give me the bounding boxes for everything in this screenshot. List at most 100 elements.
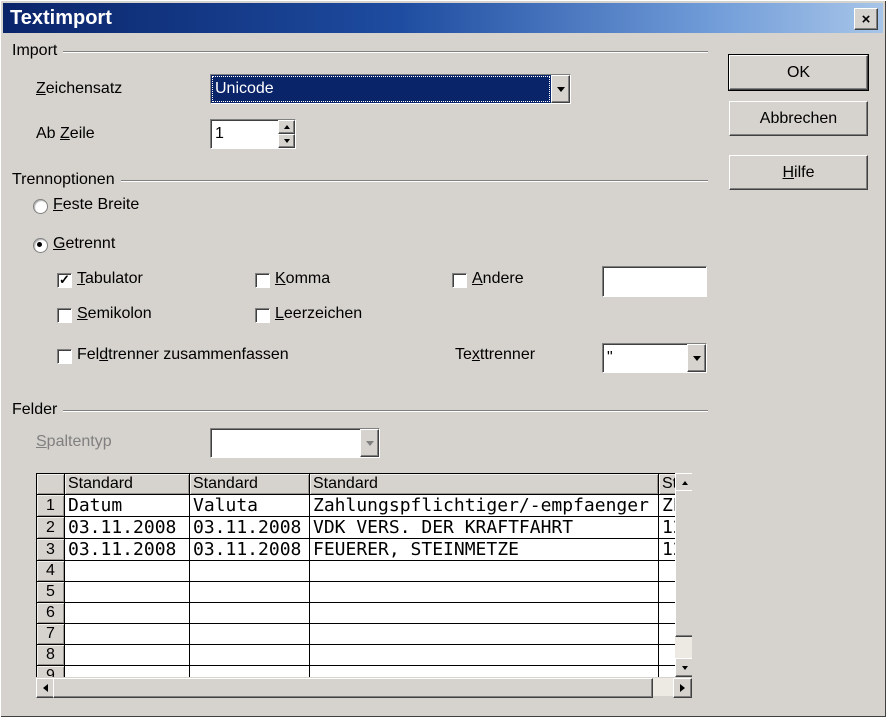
table-cell[interactable] — [310, 666, 659, 678]
table-row: 5 — [37, 582, 693, 603]
fixed-width-radio[interactable] — [33, 199, 48, 214]
from-row-label: Ab Zeile — [36, 125, 95, 143]
table-cell[interactable] — [190, 666, 310, 678]
arrow-up-icon — [284, 125, 290, 129]
row-number[interactable]: 2 — [37, 517, 65, 539]
table-cell[interactable]: Zahlungspflichtiger/-empfaenger — [310, 495, 659, 517]
row-number[interactable]: 6 — [37, 603, 65, 624]
table-row: 6 — [37, 603, 693, 624]
comma-checkbox[interactable] — [255, 273, 270, 288]
column-type-value — [211, 429, 360, 457]
table-cell[interactable]: 03.11.2008 — [65, 539, 190, 561]
table-row: 7 — [37, 624, 693, 645]
column-type-dropdown-button — [360, 429, 379, 457]
row-number[interactable]: 4 — [37, 561, 65, 582]
chevron-down-icon — [557, 87, 565, 92]
table-cell[interactable]: VDK VERS. DER KRAFTFAHRT — [310, 517, 659, 539]
arrow-down-icon — [682, 666, 688, 670]
other-label[interactable]: Andere — [472, 270, 524, 288]
row-number[interactable]: 8 — [37, 645, 65, 666]
text-delimiter-dropdown-button[interactable] — [687, 344, 706, 372]
table-row: 4 — [37, 561, 693, 582]
table-row: 203.11.200803.11.2008VDK VERS. DER KRAFT… — [37, 517, 693, 539]
table-cell[interactable] — [310, 645, 659, 666]
row-number[interactable]: 3 — [37, 539, 65, 561]
scroll-down-button[interactable] — [675, 658, 692, 677]
table-cell[interactable] — [65, 624, 190, 645]
table-cell[interactable]: 03.11.2008 — [190, 539, 310, 561]
scroll-right-button[interactable] — [673, 678, 692, 698]
merge-delimiters-checkbox[interactable] — [57, 349, 72, 364]
row-number[interactable]: 7 — [37, 624, 65, 645]
column-header[interactable]: Standard — [65, 474, 190, 495]
grid-corner-cell[interactable] — [37, 474, 65, 495]
close-button[interactable]: × — [854, 8, 878, 30]
table-cell[interactable]: Datum — [65, 495, 190, 517]
table-cell[interactable] — [190, 561, 310, 582]
charset-combobox[interactable]: Unicode — [210, 74, 571, 104]
preview-table: StandardStandardStandardSt1DatumValutaZa… — [36, 473, 692, 677]
table-cell[interactable]: FEUERER, STEINMETZE — [310, 539, 659, 561]
row-number[interactable]: 5 — [37, 582, 65, 603]
cancel-button[interactable]: Abbrechen — [729, 101, 868, 136]
charset-dropdown-button[interactable] — [551, 75, 570, 103]
table-cell[interactable] — [190, 582, 310, 603]
text-delimiter-combobox[interactable]: " — [602, 343, 707, 373]
space-label[interactable]: Leerzeichen — [275, 305, 362, 323]
column-header[interactable]: Standard — [310, 474, 659, 495]
table-cell[interactable] — [65, 582, 190, 603]
other-checkbox[interactable] — [452, 273, 467, 288]
group-fields-line — [63, 410, 708, 412]
table-cell[interactable] — [310, 582, 659, 603]
charset-selected-value[interactable]: Unicode — [211, 75, 551, 103]
spin-down-button[interactable] — [278, 134, 295, 148]
help-button[interactable]: Hilfe — [729, 155, 868, 190]
ok-button[interactable]: OK — [729, 55, 868, 90]
title-bar[interactable]: Textimport × — [3, 3, 883, 33]
semicolon-checkbox[interactable] — [57, 308, 72, 323]
other-separator-input[interactable] — [602, 266, 707, 297]
text-delimiter-value[interactable]: " — [603, 344, 687, 372]
table-cell[interactable] — [65, 603, 190, 624]
table-cell[interactable] — [65, 645, 190, 666]
table-row: 8 — [37, 645, 693, 666]
fixed-width-label[interactable]: Feste Breite — [53, 196, 139, 214]
vertical-scrollbar[interactable] — [675, 473, 692, 677]
comma-label[interactable]: Komma — [275, 270, 330, 288]
tab-label[interactable]: Tabulator — [77, 270, 143, 288]
vertical-scroll-thumb[interactable] — [675, 490, 692, 637]
table-row: 9 — [37, 666, 693, 678]
table-cell[interactable] — [190, 624, 310, 645]
horizontal-scrollbar[interactable] — [36, 678, 692, 696]
space-checkbox[interactable] — [255, 308, 270, 323]
group-import: Import — [12, 42, 708, 60]
preview-grid[interactable]: StandardStandardStandardSt1DatumValutaZa… — [36, 473, 692, 677]
horizontal-scroll-thumb[interactable] — [53, 678, 653, 698]
table-cell[interactable]: 03.11.2008 — [190, 517, 310, 539]
table-cell[interactable] — [310, 603, 659, 624]
table-cell[interactable] — [310, 624, 659, 645]
table-cell[interactable]: Valuta — [190, 495, 310, 517]
table-cell[interactable] — [65, 561, 190, 582]
row-number[interactable]: 9 — [37, 666, 65, 678]
merge-delimiters-label[interactable]: Feldtrenner zusammenfassen — [77, 346, 289, 364]
row-number[interactable]: 1 — [37, 495, 65, 517]
chevron-down-icon — [366, 441, 374, 446]
column-header[interactable]: Standard — [190, 474, 310, 495]
separated-radio[interactable] — [33, 238, 48, 253]
semicolon-label[interactable]: Semikolon — [77, 305, 152, 323]
table-cell[interactable] — [190, 603, 310, 624]
table-cell[interactable]: 03.11.2008 — [65, 517, 190, 539]
tab-checkbox[interactable] — [57, 273, 72, 288]
charset-label: Zeichensatz — [36, 80, 122, 98]
table-cell[interactable] — [310, 561, 659, 582]
from-row-spinner[interactable]: 1 — [210, 119, 296, 149]
separated-label[interactable]: Getrennt — [53, 235, 115, 253]
arrow-left-icon — [43, 684, 48, 692]
table-cell[interactable] — [65, 666, 190, 678]
spin-up-button[interactable] — [278, 120, 295, 134]
from-row-value[interactable]: 1 — [211, 120, 278, 148]
group-fields-label: Felder — [12, 401, 57, 419]
help-button-label: Hilfe — [782, 164, 814, 182]
table-cell[interactable] — [190, 645, 310, 666]
